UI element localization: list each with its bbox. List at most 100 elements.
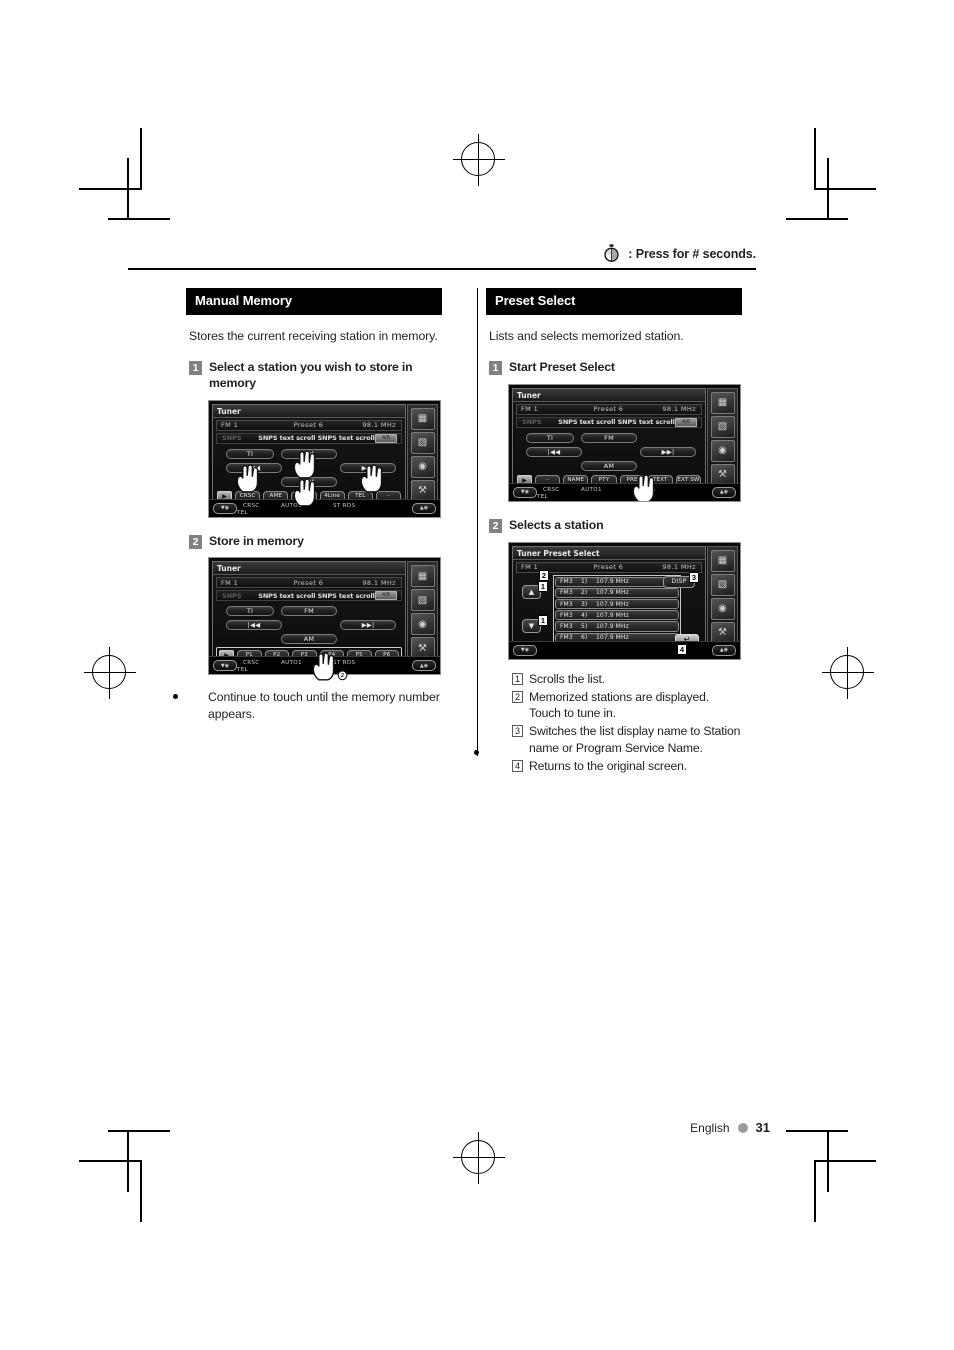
seek-prev-button-r1[interactable]: |◀◀ xyxy=(526,446,582,457)
crop-mark-tl-h xyxy=(79,188,141,190)
volume-down-knob-r2[interactable]: ▼◉ xyxy=(513,644,537,656)
device-source-panel-2: ▦ ▧ ◉ ⚒ xyxy=(407,561,438,667)
disc-source-icon-r2[interactable]: ◉ xyxy=(710,597,735,620)
fm-band-button-2[interactable]: FM xyxy=(281,606,337,617)
disc-source-icon-r1[interactable]: ◉ xyxy=(710,439,735,462)
volume-down-knob[interactable]: ▼◉ xyxy=(213,502,237,514)
seek-next-button[interactable]: ▶▶| xyxy=(340,462,396,473)
device-source-panel: ▦ ▧ ◉ ⚒ xyxy=(407,403,438,509)
note-text: Returns to the original screen. xyxy=(529,758,687,773)
section-title-preset-select: Preset Select xyxy=(486,288,742,315)
manual-memory-intro: Stores the current receiving station in … xyxy=(189,328,438,343)
ti-button-2[interactable]: TI xyxy=(226,606,274,617)
fm-band-button[interactable]: FM xyxy=(281,448,337,459)
list-item[interactable]: FM3 1) 107.9 MHz xyxy=(555,576,679,587)
note-text: Memorized stations are displayed. Touch … xyxy=(529,689,709,721)
note-item: 3 Switches the list display name to Stat… xyxy=(512,723,742,755)
status-tel-r1: TEL xyxy=(537,493,548,500)
crop-mark-tr-h xyxy=(814,188,876,190)
list-item[interactable]: FM3 2) 107.9 MHz xyxy=(555,587,679,599)
device-frequency-r1: 98.1 MHz xyxy=(662,405,696,414)
am-band-button-2[interactable]: AM xyxy=(281,634,337,645)
device-ps-label: SNPS xyxy=(222,434,242,443)
status-rds-r1: ST RDS xyxy=(633,486,656,493)
device-main-panel: Tuner FM 1 Preset 6 98.1 MHz SNPS SNPS t… xyxy=(212,403,406,509)
media-source-icon[interactable]: ▧ xyxy=(410,431,435,454)
preset-step-2-heading: 2 Selects a station xyxy=(489,518,742,534)
device-status-bar-2: ▼◉ ▲◉ CRSC AUTO1 ST RDS TEL xyxy=(209,656,440,675)
registration-mark-top xyxy=(453,134,505,186)
volume-down-knob-2[interactable]: ▼◉ xyxy=(213,660,237,672)
registration-mark-left xyxy=(84,647,136,699)
device-preset: Preset 6 xyxy=(293,421,324,430)
crop-mark-tl-v2 xyxy=(127,158,129,220)
callout-return: 4 xyxy=(677,643,687,655)
section-title-manual-memory: Manual Memory xyxy=(186,288,442,315)
crop-mark-br-h2 xyxy=(786,1130,848,1132)
disc-source-icon[interactable]: ◉ xyxy=(410,455,435,478)
device-title-2: Tuner xyxy=(213,562,405,576)
volume-up-knob-r1[interactable]: ▲◉ xyxy=(712,486,736,498)
right-column-end-dot xyxy=(474,750,479,755)
right-column: Preset Select Lists and selects memorize… xyxy=(486,288,742,776)
menu-grid-icon-r2[interactable]: ▦ xyxy=(710,549,735,572)
media-source-icon-r2[interactable]: ▧ xyxy=(710,573,735,596)
am-band-button-r1[interactable]: AM xyxy=(581,460,637,471)
fm-band-button-r1[interactable]: FM xyxy=(581,432,637,443)
device-text-bar-2: SNPS SNPS text scroll SNPS text scroll 4… xyxy=(216,590,402,602)
device-text-badge-2[interactable]: 4/6 xyxy=(375,591,397,601)
crop-mark-br-v2 xyxy=(827,1130,829,1192)
device-screen-manual-memory-1: Tuner FM 1 Preset 6 98.1 MHz SNPS SNPS t… xyxy=(208,399,441,518)
step-label-1: Select a station you wish to store in me… xyxy=(209,360,413,390)
ti-button-r1[interactable]: TI xyxy=(526,432,574,443)
manual-memory-note: Continue to touch until the memory numbe… xyxy=(208,690,440,722)
note-item: 4 Returns to the original screen. xyxy=(512,758,742,774)
stopwatch-icon xyxy=(602,244,621,263)
menu-grid-icon-r1[interactable]: ▦ xyxy=(710,391,735,414)
step-number-1: 1 xyxy=(189,361,202,376)
list-item-freq: 107.9 MHz xyxy=(596,600,629,608)
device-status-bar: ▼◉ ▲◉ CRSC AUTO1 ST RDS TEL xyxy=(209,498,440,517)
step-2-heading: 2 Store in memory xyxy=(189,534,442,550)
volume-up-knob[interactable]: ▲◉ xyxy=(412,502,436,514)
device-ps-label-2: SNPS xyxy=(222,591,242,600)
media-source-icon-2[interactable]: ▧ xyxy=(410,589,435,612)
am-band-button[interactable]: AM xyxy=(281,476,337,487)
list-item[interactable]: FM3 3) 107.9 MHz xyxy=(555,599,679,610)
seek-prev-button-2[interactable]: |◀◀ xyxy=(226,620,282,631)
note-number: 3 xyxy=(512,725,523,738)
list-item[interactable]: FM3 5) 107.9 MHz xyxy=(555,621,679,632)
press-seconds-note: : Press for # seconds. xyxy=(602,244,756,263)
volume-up-knob-r2[interactable]: ▲◉ xyxy=(712,644,736,656)
menu-grid-icon[interactable]: ▦ xyxy=(410,407,435,430)
device-scroll-text-r1: SNPS text scroll SNPS text scroll xyxy=(558,418,675,427)
crop-mark-tr-v xyxy=(814,128,816,190)
preset-step-label-1: Start Preset Select xyxy=(509,360,615,375)
device-status-bar-r1: ▼◉ ▲◉ CRSC AUTO1 ST RDS TEL xyxy=(509,482,740,501)
media-source-icon-r1[interactable]: ▧ xyxy=(710,415,735,438)
list-item-index: 2) xyxy=(581,589,588,597)
device-text-badge-r1[interactable]: 4/6 xyxy=(675,417,697,427)
crop-mark-bl-v xyxy=(140,1160,142,1222)
callout-scroll-down: 1 xyxy=(538,614,548,626)
list-item[interactable]: FM3 4) 107.9 MHz xyxy=(555,610,679,621)
seek-next-button-r1[interactable]: ▶▶| xyxy=(640,446,696,457)
list-item-band: FM3 xyxy=(560,589,573,597)
ti-button[interactable]: TI xyxy=(226,448,274,459)
volume-down-knob-r1[interactable]: ▼◉ xyxy=(513,486,537,498)
device-main-panel-r1: Tuner FM 1 Preset 6 98.1 MHz SNPS SNPS t… xyxy=(512,387,706,493)
seek-prev-button[interactable]: |◀◀ xyxy=(226,462,282,473)
seek-next-button-2[interactable]: ▶▶| xyxy=(340,620,396,631)
device-preset-r2: Preset 6 xyxy=(593,563,624,572)
note-item: 1 Scrolls the list. xyxy=(512,671,742,687)
list-item-freq: 107.9 MHz xyxy=(596,578,629,586)
disc-source-icon-2[interactable]: ◉ xyxy=(410,613,435,636)
menu-grid-icon-2[interactable]: ▦ xyxy=(410,565,435,588)
volume-up-knob-2[interactable]: ▲◉ xyxy=(412,660,436,672)
device-text-badge[interactable]: 4/6 xyxy=(375,433,397,443)
callout-list: 2 xyxy=(539,569,549,581)
device-band-r1: FM 1 xyxy=(521,405,539,414)
list-item-index: 4) xyxy=(581,611,588,619)
list-item-freq: 107.9 MHz xyxy=(596,589,629,597)
step-label-2: Store in memory xyxy=(209,533,304,548)
